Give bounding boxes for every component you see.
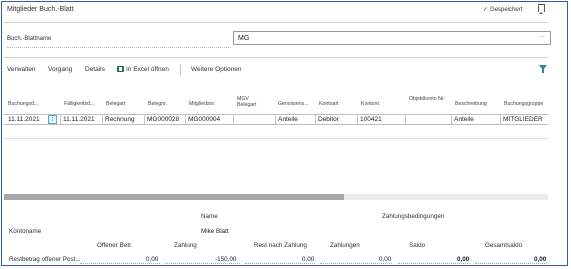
cell-divider: [185, 114, 186, 124]
name-label: Name: [201, 213, 218, 220]
dotted-line: [475, 263, 547, 264]
cell-divider: [405, 114, 406, 124]
cell-account-no[interactable]: 100421: [360, 116, 382, 123]
cell-account-type[interactable]: Debitor: [318, 116, 339, 123]
column-header[interactable]: Genossens...: [278, 101, 309, 107]
excel-icon: [117, 66, 124, 72]
remaining-open-items-label: Restbetrag offener Post...: [9, 256, 81, 263]
dotted-line: [320, 263, 392, 264]
cell-member-no[interactable]: MG000004: [188, 116, 220, 123]
toolbar-divider: [180, 64, 181, 75]
row-border: [4, 138, 548, 139]
column-header[interactable]: Belegart: [106, 101, 125, 107]
balance-value: 0,00: [457, 256, 470, 263]
payment-value: -150,00: [215, 256, 237, 263]
row-menu-button[interactable]: ⋮: [48, 115, 57, 124]
row-border: [4, 114, 548, 115]
column-header[interactable]: Kontonr.: [361, 101, 380, 107]
cell-description[interactable]: Anteile: [454, 116, 474, 123]
dotted-line: [398, 263, 470, 264]
cell-document-type[interactable]: Rechnung: [105, 116, 135, 123]
column-header[interactable]: Mitgliedsnr.: [189, 101, 215, 107]
dotted-line: [80, 263, 160, 264]
divider: [4, 57, 548, 58]
batch-name-label: Buch.-Blattname: [7, 36, 52, 42]
action-vorgang[interactable]: Vorgang: [48, 66, 72, 73]
lookup-button[interactable]: ···: [539, 34, 545, 40]
open-amount-value: 0,00: [146, 256, 159, 263]
header-payment: Zahlung: [174, 242, 197, 249]
header-payments: Zahlungen: [330, 242, 360, 249]
cell-divider: [144, 114, 145, 124]
cell-divider: [451, 114, 452, 124]
column-header[interactable]: Buchungsd...: [8, 101, 38, 107]
cell-divider: [315, 114, 316, 124]
action-open-in-excel[interactable]: In Excel öffnen: [126, 66, 169, 73]
cell-divider: [102, 114, 103, 124]
filter-icon[interactable]: [539, 65, 547, 73]
column-header[interactable]: Beschreibung: [455, 101, 487, 107]
cell-due-date[interactable]: 11.11.2021: [63, 116, 95, 123]
header-balance: Saldo: [409, 242, 426, 249]
action-verwalten[interactable]: Verwalten: [7, 66, 36, 73]
bookmark-icon[interactable]: [538, 4, 545, 14]
action-details[interactable]: Details: [85, 66, 105, 73]
divider: [4, 22, 548, 23]
row-border: [4, 124, 548, 125]
saved-status: ✓ Gespeichert: [483, 6, 522, 13]
cell-divider: [233, 114, 234, 124]
remaining-value: 0,00: [302, 256, 315, 263]
cell-document-no[interactable]: MG000028: [147, 116, 179, 123]
cell-cooperative-share[interactable]: Anteile: [278, 116, 298, 123]
total-balance-value: 0,00: [534, 256, 547, 263]
account-name-value: Mike Blatt: [201, 228, 229, 235]
cell-divider: [275, 114, 276, 124]
column-header[interactable]: Objektkonto Nr.: [409, 96, 445, 102]
cell-divider: [500, 114, 501, 124]
cell-posting-date[interactable]: 11.11.2021: [8, 116, 40, 123]
column-header[interactable]: Buchungsgruppe: [504, 101, 543, 107]
payment-terms-label: Zahlungsbedingungen: [382, 213, 445, 220]
checkmark-icon: ✓: [483, 7, 489, 13]
batch-name-input[interactable]: MG: [233, 31, 551, 45]
column-header[interactable]: MGV Belegart: [237, 96, 269, 108]
header-remaining-after-payment: Rest nach Zahlung: [254, 242, 307, 249]
column-header[interactable]: Kontoart: [319, 101, 339, 107]
header-total-balance: Gesamtsaldo: [485, 242, 523, 249]
cell-divider: [60, 114, 61, 124]
page-title: Mitglieder Buch.-Blatt: [7, 6, 74, 13]
header-open-amount: Offener Betr.: [97, 242, 133, 249]
account-name-label: Kontoname: [9, 228, 42, 235]
payments-value: 0,00: [379, 256, 392, 263]
label-dotted-line: [7, 47, 231, 48]
column-header[interactable]: Belegnr.: [148, 101, 167, 107]
cell-posting-group[interactable]: MITGLIEDER: [503, 116, 543, 123]
dotted-line: [165, 263, 240, 264]
saved-label: Gespeichert: [490, 7, 523, 13]
cell-divider: [357, 114, 358, 124]
dotted-line: [245, 263, 315, 264]
column-header[interactable]: Fälligkeitsd...: [64, 101, 94, 107]
action-more-options[interactable]: Weitere Optionen: [191, 66, 241, 73]
scrollbar-thumb[interactable]: [4, 194, 344, 200]
